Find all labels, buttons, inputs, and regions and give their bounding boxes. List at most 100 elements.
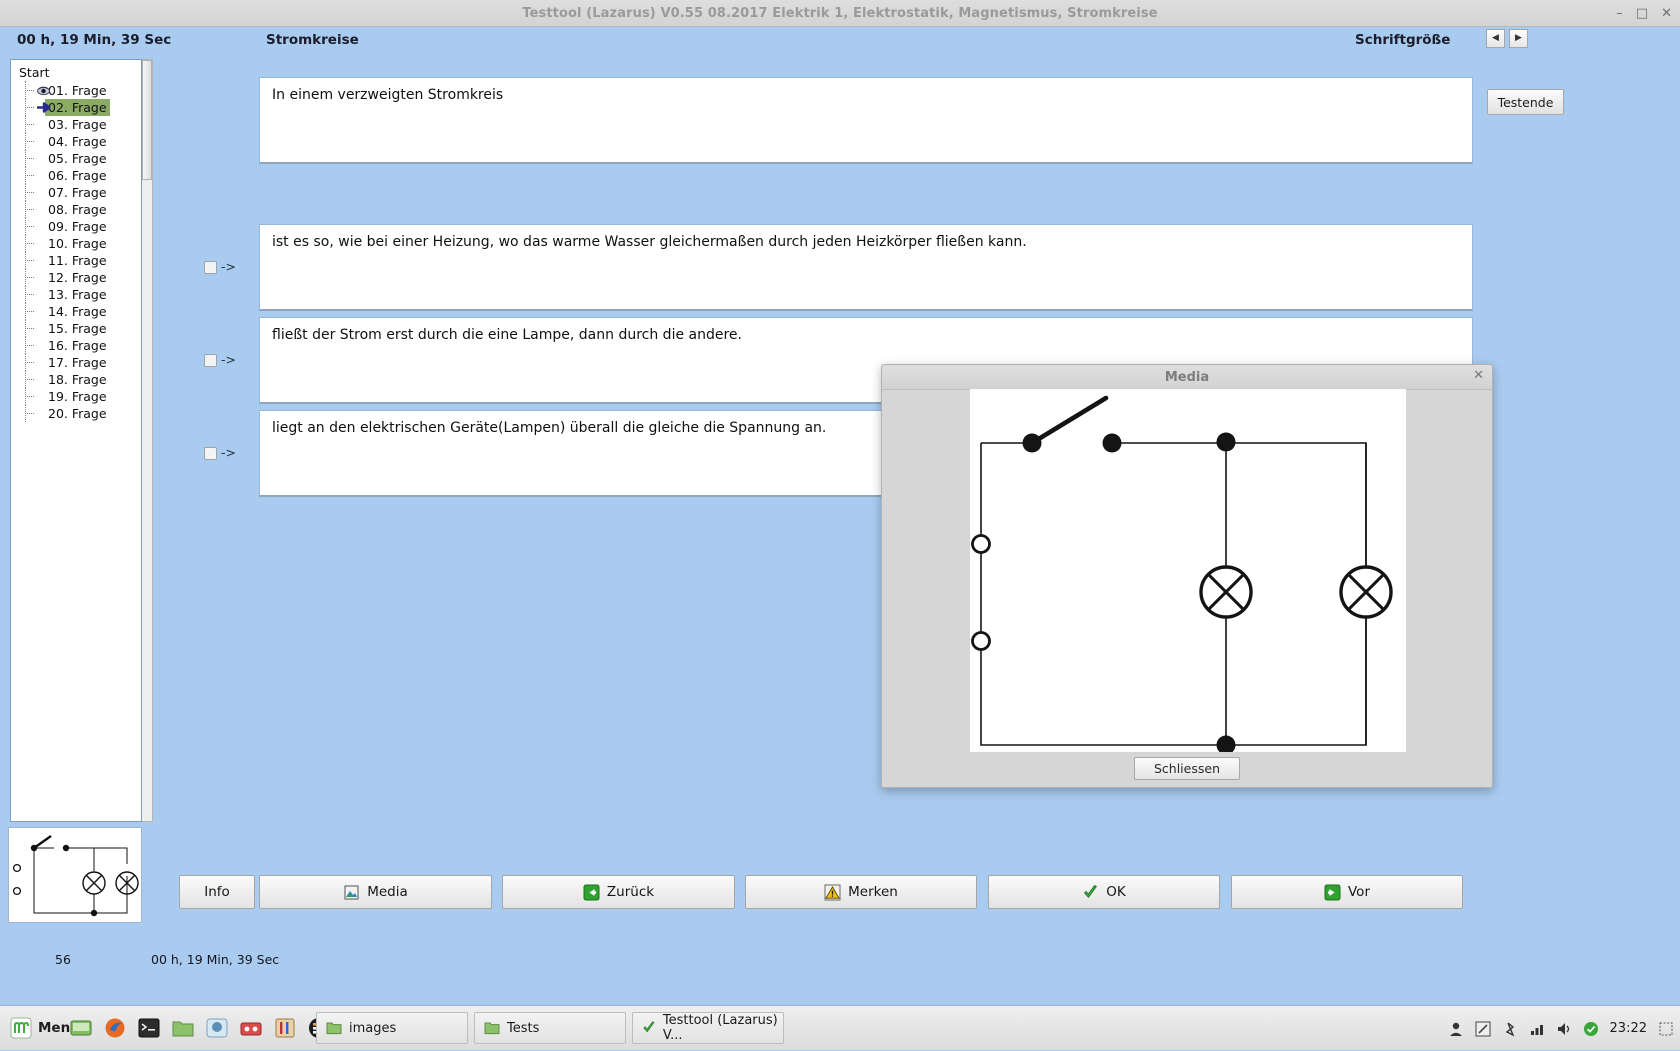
tree-item-label: 20. Frage <box>48 406 107 421</box>
tree-item-7[interactable]: 07. Frage <box>25 183 141 201</box>
software-manager-icon[interactable] <box>206 1017 228 1039</box>
node-mid-icon <box>1102 433 1122 453</box>
question-panel: In einem verzweigten Stromkreis <box>259 77 1473 164</box>
close-icon[interactable]: ✕ <box>1661 7 1672 20</box>
tree-item-label: 09. Frage <box>48 219 107 234</box>
firefox-icon[interactable] <box>104 1017 126 1039</box>
media-dialog[interactable]: Media ✕ Schliessen <box>881 364 1493 788</box>
answer-checkbox-2[interactable] <box>204 354 217 367</box>
tree-item-label: 11. Frage <box>48 253 107 268</box>
answer-checkbox-3[interactable] <box>204 447 217 460</box>
network-icon[interactable] <box>1529 1021 1545 1037</box>
fontsize-decrease-button[interactable]: ◀ <box>1486 29 1505 48</box>
image-icon <box>344 885 359 899</box>
tree-item-13[interactable]: 13. Frage <box>25 285 141 303</box>
tree-item-label: 04. Frage <box>48 134 107 149</box>
bluetooth-icon[interactable] <box>1502 1021 1518 1037</box>
tree-item-14[interactable]: 14. Frage <box>25 302 141 320</box>
testende-button[interactable]: Testende <box>1487 89 1564 115</box>
tree-item-2[interactable]: 02. Frage <box>25 98 141 116</box>
tree-item-label: 05. Frage <box>48 151 107 166</box>
tree-item-label: 14. Frage <box>48 304 107 319</box>
tree-scrollbar[interactable] <box>142 59 153 822</box>
taskbar-window-label: images <box>349 1020 397 1036</box>
taskbar-window-2[interactable]: Tests <box>474 1012 626 1044</box>
app-header: 00 h, 19 Min, 39 Sec Stromkreise Schrift… <box>0 27 1680 57</box>
file-manager-icon[interactable] <box>172 1017 194 1039</box>
tree-item-17[interactable]: 17. Frage <box>25 353 141 371</box>
fontsize-increase-button[interactable]: ▶ <box>1509 29 1528 48</box>
tree-item-4[interactable]: 04. Frage <box>25 132 141 150</box>
tree-item-1[interactable]: 01. Frage <box>25 81 141 99</box>
answer-marker-1: -> <box>221 259 236 274</box>
answer-checkbox-1[interactable] <box>204 261 217 274</box>
timer-display: 00 h, 19 Min, 39 Sec <box>17 32 172 48</box>
question-text: In einem verzweigten Stromkreis <box>272 87 504 103</box>
minimize-icon[interactable]: – <box>1616 7 1623 20</box>
terminal-icon[interactable] <box>138 1017 160 1039</box>
node-left-icon <box>1022 433 1042 453</box>
tree-content: Start 01. Frage 02. Frage 03. Frage 04. Fra… <box>11 60 141 422</box>
screenshot-icon[interactable] <box>1475 1021 1491 1037</box>
tree-item-19[interactable]: 19. Frage <box>25 387 141 405</box>
media-dialog-close-icon[interactable]: ✕ <box>1473 369 1484 382</box>
tree-item-10[interactable]: 10. Frage <box>25 234 141 252</box>
terminal-lower-icon <box>971 631 991 651</box>
fontsize-label: Schriftgröße <box>1355 32 1451 48</box>
tree-item-label: 19. Frage <box>48 389 107 404</box>
info-button[interactable]: Info <box>179 875 255 909</box>
zurueck-button-label: Zurück <box>606 884 655 900</box>
tree-item-20[interactable]: 20. Frage <box>25 404 141 422</box>
zurueck-button[interactable]: Zurück <box>502 875 735 909</box>
tree-item-18[interactable]: 18. Frage <box>25 370 141 388</box>
node-branch-top-icon <box>1216 432 1236 452</box>
window-titlebar: Testtool (Lazarus) V0.55 08.2017 Elektri… <box>0 0 1680 27</box>
taskbar-window-3[interactable]: Testtool (Lazarus) V... <box>632 1012 784 1044</box>
shield-update-icon[interactable] <box>1583 1021 1599 1037</box>
tree-scrollbar-thumb[interactable] <box>142 60 152 180</box>
lamp-2-icon <box>1339 565 1393 619</box>
tree-item-5[interactable]: 05. Frage <box>25 149 141 167</box>
tree-item-label: 18. Frage <box>48 372 107 387</box>
question-tree[interactable]: Start 01. Frage 02. Frage 03. Frage 04. Fra… <box>10 59 142 822</box>
tree-item-label: 01. Frage <box>48 83 107 98</box>
ok-button[interactable]: OK <box>988 875 1220 909</box>
tree-item-11[interactable]: 11. Frage <box>25 251 141 269</box>
arrow-left-icon <box>583 884 600 900</box>
system-tray: 23:22 <box>1448 1006 1674 1051</box>
tree-item-15[interactable]: 15. Frage <box>25 319 141 337</box>
window-title: Testtool (Lazarus) V0.55 08.2017 Elektri… <box>522 5 1158 21</box>
status-time: 00 h, 19 Min, 39 Sec <box>151 952 280 967</box>
checkmark-icon <box>643 1021 655 1033</box>
tree-item-8[interactable]: 08. Frage <box>25 200 141 218</box>
show-desktop-corner-icon[interactable] <box>1658 1021 1674 1037</box>
answer-marker-2: -> <box>221 352 236 367</box>
tree-item-label: 16. Frage <box>48 338 107 353</box>
tree-item-6[interactable]: 06. Frage <box>25 166 141 184</box>
update-manager-icon[interactable] <box>240 1017 262 1039</box>
show-desktop-icon[interactable] <box>70 1017 92 1039</box>
tree-root-label[interactable]: Start <box>17 64 141 82</box>
media-dialog-title: Media <box>1164 369 1210 385</box>
tree-item-label: 12. Frage <box>48 270 107 285</box>
taskbar-window-1[interactable]: images <box>316 1012 468 1044</box>
ok-button-label: OK <box>1106 884 1126 900</box>
media-dialog-close-button[interactable]: Schliessen <box>1134 757 1240 780</box>
vor-button[interactable]: Vor <box>1231 875 1463 909</box>
circuit-diagram <box>971 395 1393 755</box>
maximize-icon[interactable]: □ <box>1636 7 1648 20</box>
media-button[interactable]: Media <box>259 875 492 909</box>
clock[interactable]: 23:22 <box>1610 1021 1647 1036</box>
volume-icon[interactable] <box>1556 1021 1572 1037</box>
tree-item-3[interactable]: 03. Frage <box>25 115 141 133</box>
tree-item-16[interactable]: 16. Frage <box>25 336 141 354</box>
tree-item-9[interactable]: 09. Frage <box>25 217 141 235</box>
switch-lever-icon <box>1029 395 1109 446</box>
tree-item-label: 03. Frage <box>48 117 107 132</box>
fontsize-stepper[interactable]: ◀ ▶ <box>1486 29 1528 48</box>
user-icon[interactable] <box>1448 1021 1464 1037</box>
vor-button-label: Vor <box>1348 884 1370 900</box>
merken-button[interactable]: Merken <box>745 875 977 909</box>
tree-item-12[interactable]: 12. Frage <box>25 268 141 286</box>
text-editor-icon[interactable] <box>274 1017 296 1039</box>
